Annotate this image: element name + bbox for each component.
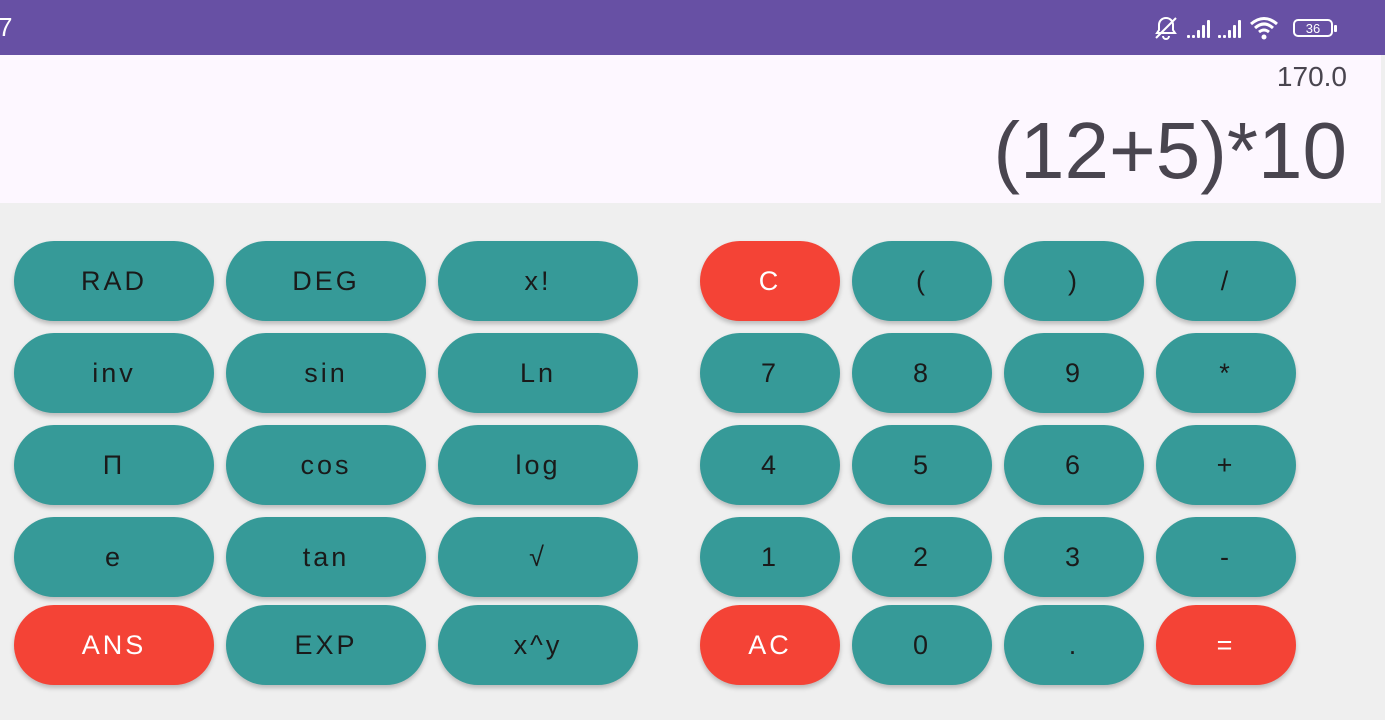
ans-button[interactable]: ANS [14,605,214,685]
open-paren-button[interactable]: ( [852,241,992,321]
multiply-button[interactable]: * [1156,333,1296,413]
status-time: 7 [0,12,13,42]
deg-button[interactable]: DEG [226,241,426,321]
inverse-button[interactable]: inv [14,333,214,413]
status-bar: 7 36 [0,0,1385,55]
battery-icon: 36 [1293,19,1337,37]
plus-button[interactable]: + [1156,425,1296,505]
cos-button[interactable]: cos [226,425,426,505]
close-paren-button[interactable]: ) [1004,241,1144,321]
decimal-button[interactable]: . [1004,605,1144,685]
digit-6-button[interactable]: 6 [1004,425,1144,505]
digit-0-button[interactable]: 0 [852,605,992,685]
all-clear-button[interactable]: AC [700,605,840,685]
digit-8-button[interactable]: 8 [852,333,992,413]
wifi-icon [1250,17,1278,40]
digit-4-button[interactable]: 4 [700,425,840,505]
divide-button[interactable]: / [1156,241,1296,321]
digit-5-button[interactable]: 5 [852,425,992,505]
calculator-display: 170.0 (12+5)*10 [0,55,1381,203]
signal-icon [1187,18,1210,38]
sin-button[interactable]: sin [226,333,426,413]
clear-button[interactable]: C [700,241,840,321]
digit-3-button[interactable]: 3 [1004,517,1144,597]
digit-2-button[interactable]: 2 [852,517,992,597]
mute-icon [1155,16,1177,40]
factorial-button[interactable]: x! [438,241,638,321]
power-button[interactable]: x^y [438,605,638,685]
sqrt-button[interactable]: √ [438,517,638,597]
status-icons: 36 [1153,13,1337,43]
digit-1-button[interactable]: 1 [700,517,840,597]
tan-button[interactable]: tan [226,517,426,597]
result-text: 170.0 [1276,61,1347,92]
expression-text: (12+5)*10 [993,106,1347,195]
log-button[interactable]: log [438,425,638,505]
signal-icon [1218,18,1241,38]
ln-button[interactable]: Ln [438,333,638,413]
digit-7-button[interactable]: 7 [700,333,840,413]
e-button[interactable]: e [14,517,214,597]
equals-button[interactable]: = [1156,605,1296,685]
pi-button[interactable]: Π [14,425,214,505]
exp-button[interactable]: EXP [226,605,426,685]
battery-level: 36 [1305,20,1321,36]
rad-button[interactable]: RAD [14,241,214,321]
minus-button[interactable]: - [1156,517,1296,597]
digit-9-button[interactable]: 9 [1004,333,1144,413]
